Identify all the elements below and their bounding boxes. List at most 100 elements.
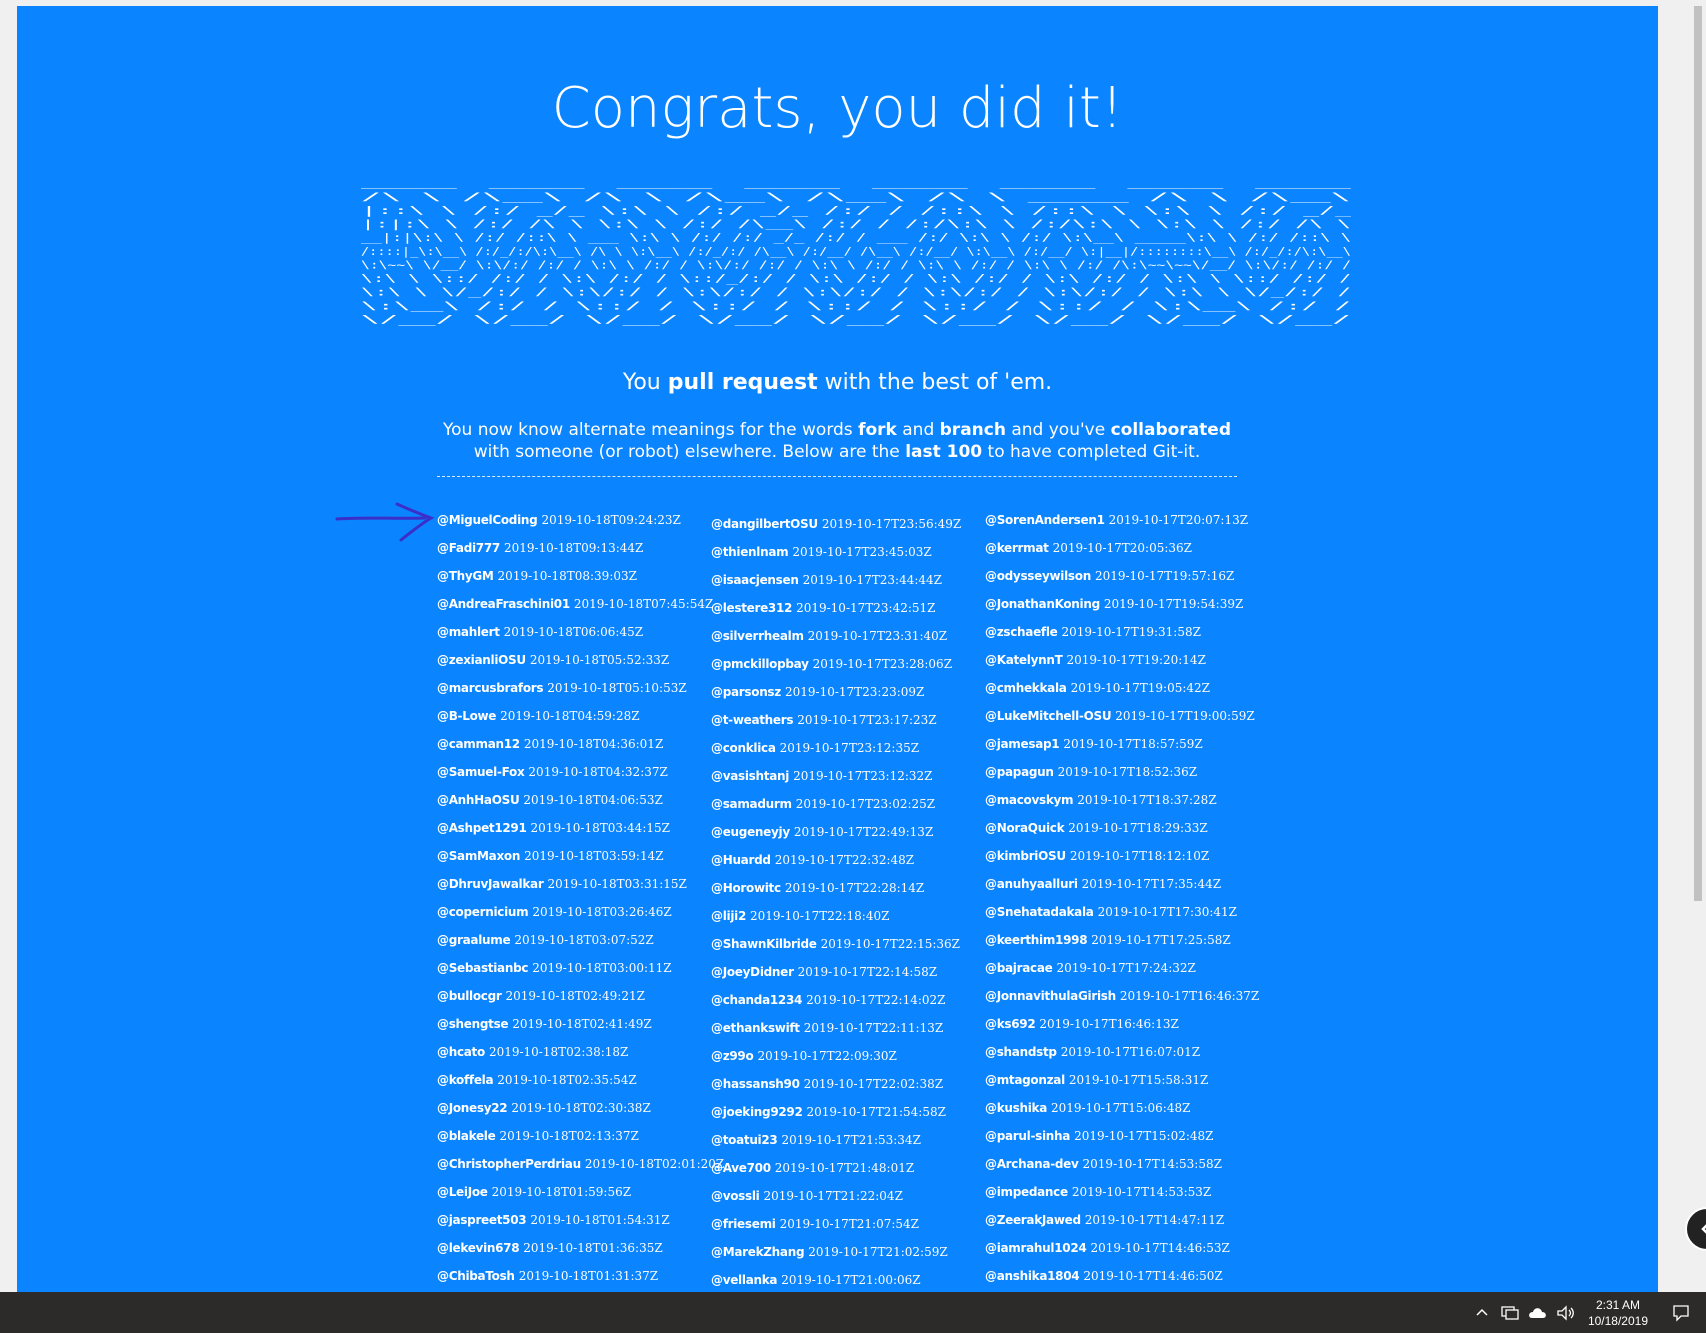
completer-username-link[interactable]: @kushika	[985, 1101, 1047, 1115]
completer-username-link[interactable]: @ZeerakJawed	[985, 1213, 1081, 1227]
completer-username-link[interactable]: @SorenAndersen1	[985, 513, 1105, 527]
completer-username-link[interactable]: @parul-sinha	[985, 1129, 1070, 1143]
vertical-scrollbar[interactable]	[1690, 0, 1706, 1292]
completer-username-link[interactable]: @samadurm	[711, 797, 792, 811]
completer-username-link[interactable]: @vossli	[711, 1189, 760, 1203]
completer-username-link[interactable]: @JonnavithulaGirish	[985, 989, 1116, 1003]
completer-username-link[interactable]: @DhruvJawalkar	[437, 877, 544, 891]
completer-username-link[interactable]: @zschaefle	[985, 625, 1058, 639]
completer-username-link[interactable]: @shandstp	[985, 1045, 1057, 1059]
completer-username-link[interactable]: @liji2	[711, 909, 746, 923]
completer-username-link[interactable]: @macovskym	[985, 793, 1074, 807]
completer-username-link[interactable]: @lekevin678	[437, 1241, 520, 1255]
network-icon[interactable]	[1499, 1302, 1521, 1324]
completer-username-link[interactable]: @bajracae	[985, 961, 1053, 975]
completer-username-link[interactable]: @hassansh90	[711, 1077, 800, 1091]
completer-entry: @macovskym 2019-10-17T18:37:28Z	[985, 786, 1255, 814]
completer-username-link[interactable]: @dangilbertOSU	[711, 517, 818, 531]
completer-username-link[interactable]: @cmhekkala	[985, 681, 1067, 695]
completer-username-link[interactable]: @eugeneyjy	[711, 825, 790, 839]
completer-username-link[interactable]: @Samuel-Fox	[437, 765, 525, 779]
completer-username-link[interactable]: @bullocgr	[437, 989, 502, 1003]
scrollbar-thumb[interactable]	[1694, 6, 1702, 901]
completer-username-link[interactable]: @iamrahul1024	[985, 1241, 1087, 1255]
completer-username-link[interactable]: @JoeyDidner	[711, 965, 794, 979]
floating-action-button[interactable]	[1685, 1207, 1706, 1251]
completer-username-link[interactable]: @hcato	[437, 1045, 485, 1059]
completer-username-link[interactable]: @toatui23	[711, 1133, 778, 1147]
completer-entry: @hassansh90 2019-10-17T22:02:38Z	[711, 1070, 981, 1098]
completer-username-link[interactable]: @Horowitc	[711, 881, 781, 895]
completer-username-link[interactable]: @Jonesy22	[437, 1101, 508, 1115]
completer-username-link[interactable]: @Fadi777	[437, 541, 500, 555]
completer-username-link[interactable]: @Snehatadakala	[985, 905, 1094, 919]
completer-username-link[interactable]: @copernicium	[437, 905, 529, 919]
completer-username-link[interactable]: @chanda1234	[711, 993, 802, 1007]
completer-username-link[interactable]: @mahlert	[437, 625, 500, 639]
completer-username-link[interactable]: @ChristopherPerdriau	[437, 1157, 581, 1171]
completer-username-link[interactable]: @AndreaFraschini01	[437, 597, 570, 611]
completer-username-link[interactable]: @kimbriOSU	[985, 849, 1066, 863]
desc-text-5: to have completed Git-it.	[982, 442, 1201, 462]
completer-username-link[interactable]: @KatelynnT	[985, 653, 1063, 667]
completer-username-link[interactable]: @JonathanKoning	[985, 597, 1100, 611]
completer-username-link[interactable]: @impedance	[985, 1185, 1068, 1199]
completer-username-link[interactable]: @joeking9292	[711, 1105, 803, 1119]
completer-username-link[interactable]: @MiguelCoding	[437, 513, 538, 527]
completer-username-link[interactable]: @silverrhealm	[711, 629, 804, 643]
completer-username-link[interactable]: @B-Lowe	[437, 709, 496, 723]
completer-username-link[interactable]: @kerrmat	[985, 541, 1049, 555]
completer-username-link[interactable]: @Ave700	[711, 1161, 771, 1175]
completer-username-link[interactable]: @marcusbrafors	[437, 681, 544, 695]
completer-username-link[interactable]: @shengtse	[437, 1017, 509, 1031]
completer-username-link[interactable]: @vasishtanj	[711, 769, 789, 783]
completer-username-link[interactable]: @ThyGM	[437, 569, 494, 583]
completer-username-link[interactable]: @papagun	[985, 765, 1054, 779]
completer-username-link[interactable]: @LukeMitchell-OSU	[985, 709, 1112, 723]
completer-username-link[interactable]: @pmckillopbay	[711, 657, 809, 671]
completer-username-link[interactable]: @camman12	[437, 737, 520, 751]
completer-username-link[interactable]: @parsonsz	[711, 685, 781, 699]
completer-username-link[interactable]: @NoraQuick	[985, 821, 1065, 835]
completer-username-link[interactable]: @z99o	[711, 1049, 754, 1063]
completer-username-link[interactable]: @graalume	[437, 933, 511, 947]
completer-username-link[interactable]: @ChibaTosh	[437, 1269, 515, 1283]
ascii-art-line: __|:|\:\ \ /:/ /::\ \ ___ \:\ \ /:/ /:/ …	[361, 231, 1351, 244]
completer-username-link[interactable]: @SamMaxon	[437, 849, 520, 863]
completer-username-link[interactable]: @Sebastianbc	[437, 961, 529, 975]
completer-username-link[interactable]: @blakele	[437, 1129, 496, 1143]
completer-username-link[interactable]: @ks692	[985, 1017, 1036, 1031]
completer-username-link[interactable]: @ethankswift	[711, 1021, 800, 1035]
completer-username-link[interactable]: @isaacjensen	[711, 573, 799, 587]
completer-username-link[interactable]: @LeiJoe	[437, 1185, 488, 1199]
completer-username-link[interactable]: @friesemi	[711, 1217, 776, 1231]
completer-username-link[interactable]: @Archana-dev	[985, 1157, 1079, 1171]
chevron-up-icon[interactable]	[1471, 1302, 1493, 1324]
completer-username-link[interactable]: @ShawnKilbride	[711, 937, 817, 951]
completer-username-link[interactable]: @jaspreet503	[437, 1213, 527, 1227]
completer-username-link[interactable]: @conklica	[711, 741, 776, 755]
completer-username-link[interactable]: @koffela	[437, 1073, 494, 1087]
completer-username-link[interactable]: @MarekZhang	[711, 1245, 805, 1259]
completer-timestamp: 2019-10-17T22:14:58Z	[797, 965, 938, 979]
completer-username-link[interactable]: @anuhyaalluri	[985, 877, 1078, 891]
completer-username-link[interactable]: @jamesap1	[985, 737, 1060, 751]
completer-username-link[interactable]: @keerthim1998	[985, 933, 1088, 947]
completer-username-link[interactable]: @odysseywilson	[985, 569, 1091, 583]
completer-username-link[interactable]: @AnhHaOSU	[437, 793, 520, 807]
completer-username-link[interactable]: @thienlnam	[711, 545, 789, 559]
completer-username-link[interactable]: @Huardd	[711, 853, 771, 867]
volume-icon[interactable]	[1555, 1302, 1577, 1324]
completer-username-link[interactable]: @Ashpet1291	[437, 821, 527, 835]
completer-username-link[interactable]: @zexianliOSU	[437, 653, 526, 667]
completer-username-link[interactable]: @vellanka	[711, 1273, 778, 1287]
completer-username-link[interactable]: @anshika1804	[985, 1269, 1080, 1283]
onedrive-cloud-icon[interactable]	[1527, 1302, 1549, 1324]
completer-username-link[interactable]: @mtagonzal	[985, 1073, 1065, 1087]
completer-username-link[interactable]: @t-weathers	[711, 713, 794, 727]
completer-username-link[interactable]: @lestere312	[711, 601, 792, 615]
ascii-art-line: \:\ \ \::/ /:/ / \:\ /:/ / \::/_/:/ / \:…	[361, 272, 1351, 285]
notification-icon[interactable]	[1666, 1298, 1696, 1328]
taskbar-clock[interactable]: 2:31 AM 10/18/2019	[1588, 1297, 1648, 1329]
completer-timestamp: 2019-10-17T22:49:13Z	[793, 825, 934, 839]
